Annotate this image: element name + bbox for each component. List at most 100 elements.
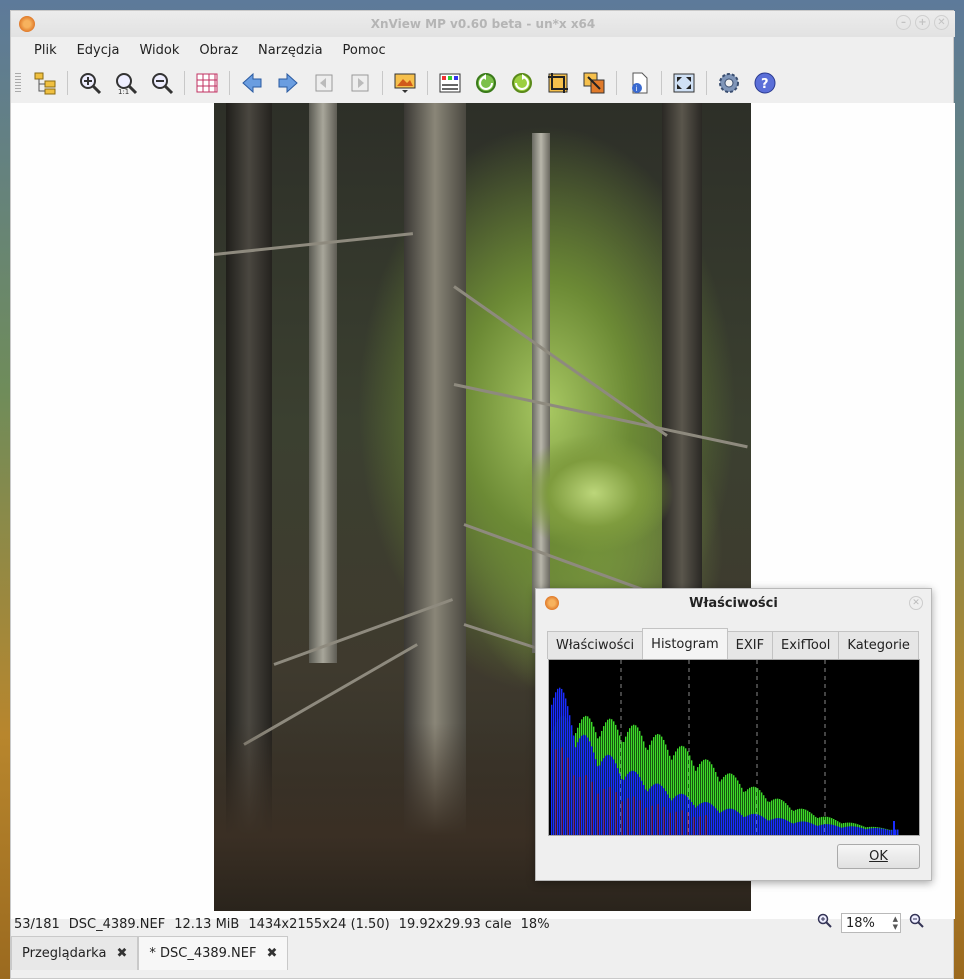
histogram-blue-bar xyxy=(877,828,879,835)
tab-image[interactable]: * DSC_4389.NEF ✖ xyxy=(138,936,289,970)
histogram-red-bar xyxy=(699,816,701,835)
maximize-icon[interactable]: + xyxy=(915,15,930,30)
help-icon[interactable]: ? xyxy=(750,68,780,98)
histogram-blue-bar xyxy=(653,784,655,835)
zoom-out-icon[interactable] xyxy=(147,68,177,98)
histogram-blue-bar xyxy=(847,826,849,835)
browser-tree-icon[interactable] xyxy=(30,68,60,98)
histogram-blue-bar xyxy=(619,773,621,835)
histogram-blue-bar xyxy=(879,828,881,835)
histogram-blue-bar xyxy=(577,742,579,835)
properties-dialog: Właściwości ✕ Właściwości Histogram EXIF… xyxy=(535,588,932,881)
histogram-red-bar xyxy=(657,804,659,835)
histogram-blue-bar xyxy=(783,818,785,835)
histogram-red-bar xyxy=(639,800,641,835)
menu-narzedzia[interactable]: Narzędzia xyxy=(248,43,333,58)
resize-icon[interactable] xyxy=(579,68,609,98)
zoom-spinner[interactable]: ▲ ▼ xyxy=(893,915,898,931)
histogram-blue-bar xyxy=(829,824,831,835)
close-icon[interactable]: ✕ xyxy=(909,596,923,610)
histogram-blue-bar xyxy=(895,829,897,835)
tab-histogram[interactable]: Histogram xyxy=(642,628,728,659)
file-info-icon[interactable]: i xyxy=(624,68,654,98)
histogram-blue-bar xyxy=(763,817,765,835)
tab-properties[interactable]: Właściwości xyxy=(547,631,644,659)
histogram-blue-bar xyxy=(593,752,595,835)
minimize-icon[interactable]: – xyxy=(896,15,911,30)
histogram-blue-bar xyxy=(725,809,727,835)
histogram-blue-bar xyxy=(587,737,589,835)
toolbar-separator xyxy=(229,71,230,95)
close-tab-icon[interactable]: ✖ xyxy=(266,946,277,961)
title-bar: XnView MP v0.60 beta - un*x x64 – + ✕ xyxy=(11,11,955,37)
tab-browser[interactable]: Przeglądarka ✖ xyxy=(11,936,139,970)
histogram-blue-bar xyxy=(775,818,777,835)
histogram-blue-bar xyxy=(813,824,815,835)
histogram-blue-bar xyxy=(637,774,639,835)
fullscreen-icon[interactable] xyxy=(669,68,699,98)
histogram-blue-bar xyxy=(723,810,725,835)
histogram-blue-bar xyxy=(855,826,857,835)
histogram-blue-bar xyxy=(887,829,889,835)
tab-exif[interactable]: EXIF xyxy=(726,631,774,659)
histogram-red-bar xyxy=(597,793,599,835)
tab-exiftool[interactable]: ExifTool xyxy=(772,631,840,659)
histogram-red-bar xyxy=(609,787,611,835)
histogram-blue-bar xyxy=(853,826,855,835)
zoom-out-small-icon[interactable] xyxy=(909,913,925,933)
histogram-blue-bar xyxy=(789,821,791,835)
histogram-blue-bar xyxy=(849,826,851,835)
menu-widok[interactable]: Widok xyxy=(129,43,189,58)
histogram-blue-bar xyxy=(893,821,895,835)
crop-icon[interactable] xyxy=(543,68,573,98)
document-tabs: Przeglądarka ✖ * DSC_4389.NEF ✖ xyxy=(11,936,955,970)
histogram-blue-bar xyxy=(825,824,827,835)
color-adjust-icon[interactable] xyxy=(435,68,465,98)
menu-pomoc[interactable]: Pomoc xyxy=(333,43,396,58)
status-bar: 53/181 DSC_4389.NEF 12.13 MiB 1434x2155x… xyxy=(11,911,955,937)
zoom-in-small-icon[interactable] xyxy=(817,913,833,933)
window-title: XnView MP v0.60 beta - un*x x64 xyxy=(370,17,596,31)
histogram-blue-bar xyxy=(667,794,669,835)
histogram-blue-bar xyxy=(617,768,619,835)
histogram-red-bar xyxy=(705,815,707,835)
slideshow-icon[interactable] xyxy=(390,68,420,98)
zoom-actual-icon[interactable]: 1:1 xyxy=(111,68,141,98)
histogram-blue-bar xyxy=(583,734,585,835)
toolbar-separator xyxy=(616,71,617,95)
zoom-in-icon[interactable] xyxy=(75,68,105,98)
histogram-blue-bar xyxy=(765,818,767,835)
toolbar-separator xyxy=(706,71,707,95)
toolbar-grip[interactable] xyxy=(15,73,21,93)
menu-obraz[interactable]: Obraz xyxy=(189,43,248,58)
first-page-icon[interactable] xyxy=(309,68,339,98)
dialog-tabs: Właściwości Histogram EXIF ExifTool Kate… xyxy=(547,628,919,659)
rotate-right-icon[interactable] xyxy=(507,68,537,98)
tab-categories[interactable]: Kategorie xyxy=(838,631,919,659)
menu-edycja[interactable]: Edycja xyxy=(67,43,130,58)
histogram-blue-bar xyxy=(649,788,651,835)
next-arrow-icon[interactable] xyxy=(273,68,303,98)
grid-icon[interactable] xyxy=(192,68,222,98)
settings-gear-icon[interactable] xyxy=(714,68,744,98)
status-zoom: 18% xyxy=(520,916,550,932)
svg-text:?: ? xyxy=(761,77,769,92)
histogram-blue-bar xyxy=(559,687,561,835)
histogram-blue-bar xyxy=(655,783,657,835)
rotate-left-icon[interactable] xyxy=(471,68,501,98)
histogram-blue-bar xyxy=(827,824,829,835)
ok-button[interactable]: OK xyxy=(837,844,920,869)
histogram-blue-bar xyxy=(815,825,817,835)
close-tab-icon[interactable]: ✖ xyxy=(116,946,127,961)
close-icon[interactable]: ✕ xyxy=(934,15,949,30)
zoom-input[interactable]: 18% ▲ ▼ xyxy=(841,913,901,933)
last-page-icon[interactable] xyxy=(345,68,375,98)
previous-arrow-icon[interactable] xyxy=(237,68,267,98)
histogram-red-bar xyxy=(615,792,617,835)
histogram-blue-bar xyxy=(553,697,555,835)
histogram-blue-bar xyxy=(727,808,729,835)
dialog-title-bar[interactable]: Właściwości ✕ xyxy=(536,589,931,617)
histogram-blue-bar xyxy=(721,811,723,835)
menu-plik[interactable]: Plik xyxy=(24,43,67,58)
zoom-input-value: 18% xyxy=(846,915,875,931)
